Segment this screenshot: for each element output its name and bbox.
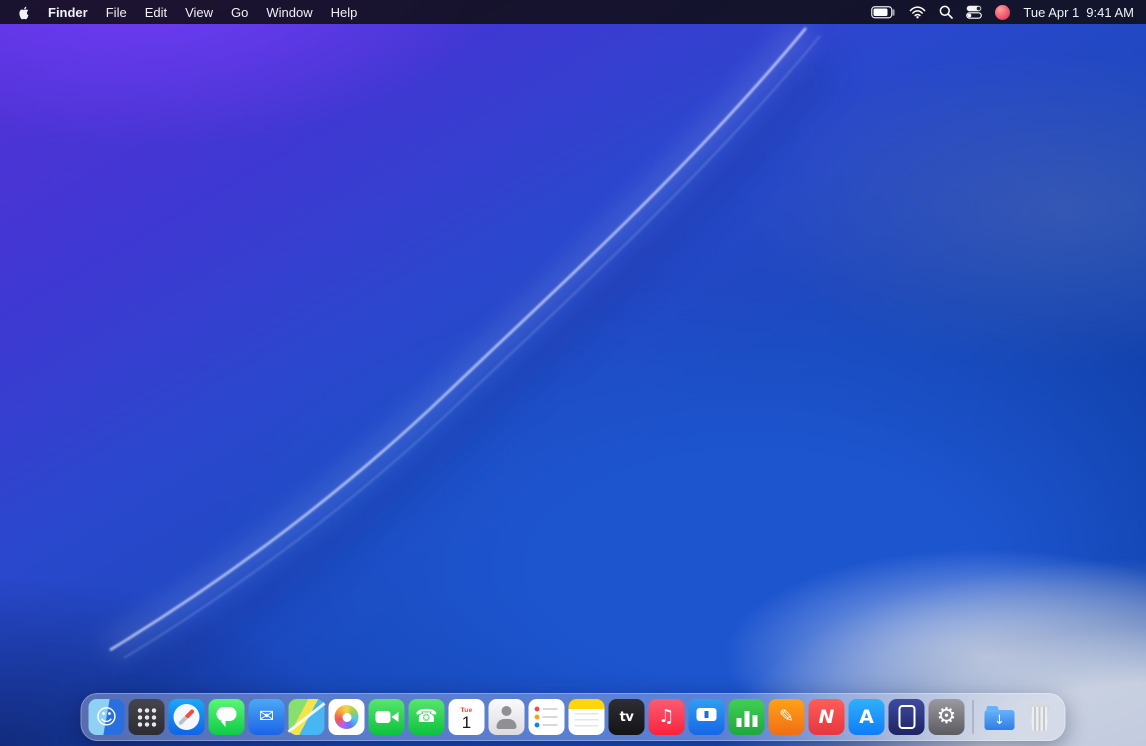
dock-icon-app-store[interactable]: A (849, 699, 885, 735)
battery-icon[interactable] (871, 6, 896, 19)
menu-bar-left: Finder FileEditViewGoWindowHelp (0, 0, 366, 24)
menu-items-container: FileEditViewGoWindowHelp (97, 0, 367, 24)
menu-bar-clock[interactable]: Tue Apr 1 9:41 AM (1023, 5, 1134, 20)
dock-icon-iphone-mirroring[interactable] (889, 699, 925, 735)
dock: ☺ ✉ ☎ Tue1 tv ♫ ✎ N A ⚙ ↓ (81, 693, 1066, 741)
dock-icon-system-settings[interactable]: ⚙ (929, 699, 965, 735)
dock-icon-music[interactable]: ♫ (649, 699, 685, 735)
menu-bar-status-area: Tue Apr 1 9:41 AM (871, 0, 1146, 24)
dock-icon-messages[interactable] (209, 699, 245, 735)
dock-icon-trash[interactable] (1022, 699, 1058, 735)
dock-icon-photos[interactable] (329, 699, 365, 735)
dock-icon-contacts[interactable] (489, 699, 525, 735)
finder-glyph: ☺ (96, 707, 118, 728)
spotlight-search-icon[interactable] (939, 5, 953, 19)
clock-date: Tue Apr 1 (1023, 5, 1079, 20)
menu-edit[interactable]: Edit (136, 0, 176, 24)
app-menu-finder[interactable]: Finder (39, 0, 97, 24)
clock-time: 9:41 AM (1086, 5, 1134, 20)
mail-glyph: ✉ (259, 708, 274, 726)
wallpaper-wave-graphic (0, 0, 1146, 746)
dock-icon-mail[interactable]: ✉ (249, 699, 285, 735)
wifi-icon[interactable] (909, 6, 926, 19)
app-store-glyph: A (859, 708, 874, 727)
dock-icon-phone[interactable]: ☎ (409, 699, 445, 735)
dock-icon-tv[interactable]: tv (609, 699, 645, 735)
calendar-day: 1 (462, 714, 471, 732)
dock-icon-news[interactable]: N (809, 699, 845, 735)
control-center-icon[interactable] (966, 5, 982, 19)
apple-logo-icon (17, 5, 30, 20)
dock-icon-downloads[interactable]: ↓ (982, 699, 1018, 735)
dock-divider (973, 700, 974, 734)
downloads-glyph: ↓ (994, 714, 1005, 727)
dock-icon-notes[interactable] (569, 699, 605, 735)
phone-glyph: ☎ (415, 708, 437, 726)
dock-items-container: ☺ ✉ ☎ Tue1 tv ♫ ✎ N A ⚙ ↓ (89, 699, 1058, 735)
tv-glyph: tv (620, 711, 634, 724)
pages-glyph: ✎ (779, 708, 794, 726)
dock-icon-finder[interactable]: ☺ (89, 699, 125, 735)
news-glyph: N (819, 708, 835, 727)
dock-icon-maps[interactable] (289, 699, 325, 735)
music-glyph: ♫ (658, 708, 674, 726)
dock-icon-numbers[interactable] (729, 699, 765, 735)
system-settings-glyph: ⚙ (937, 706, 957, 728)
dock-icon-launchpad[interactable] (129, 699, 165, 735)
menu-file[interactable]: File (97, 0, 136, 24)
menu-go[interactable]: Go (222, 0, 257, 24)
account-avatar[interactable] (995, 5, 1010, 20)
desktop-screen: Finder FileEditViewGoWindowHelp (0, 0, 1146, 746)
dock-icon-safari[interactable] (169, 699, 205, 735)
apple-menu[interactable] (8, 0, 39, 24)
menu-view[interactable]: View (176, 0, 222, 24)
menu-window[interactable]: Window (257, 0, 321, 24)
dock-icon-pages[interactable]: ✎ (769, 699, 805, 735)
dock-icon-reminders[interactable] (529, 699, 565, 735)
dock-icon-keynote[interactable] (689, 699, 725, 735)
menu-help[interactable]: Help (322, 0, 367, 24)
dock-icon-calendar[interactable]: Tue1 (449, 699, 485, 735)
dock-icon-facetime[interactable] (369, 699, 405, 735)
menu-bar: Finder FileEditViewGoWindowHelp (0, 0, 1146, 24)
